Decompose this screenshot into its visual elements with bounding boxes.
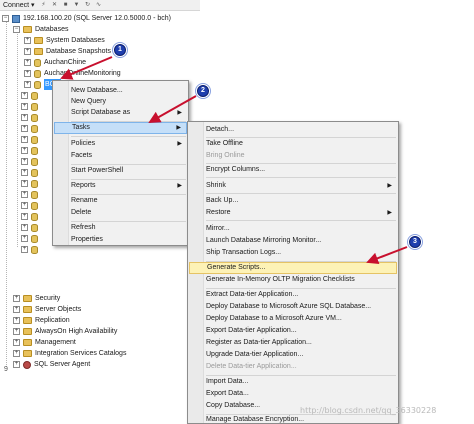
annotation-arrows <box>60 56 408 265</box>
arrow-step-3 <box>366 246 408 265</box>
step-3-badge: 3 <box>409 236 421 248</box>
step-2-badge: 2 <box>197 85 209 97</box>
arrow-step-1 <box>60 56 113 80</box>
arrow-step-2 <box>148 95 197 123</box>
step-1-badge: 1 <box>114 44 126 56</box>
watermark: http://blog.csdn.net/qq_36330228 <box>300 406 437 415</box>
